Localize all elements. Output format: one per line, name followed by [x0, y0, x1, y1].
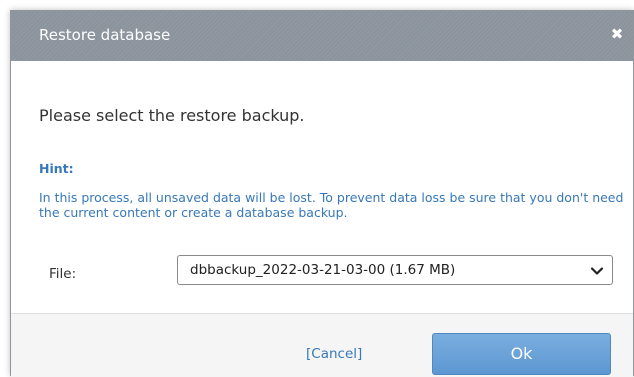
- backup-file-select[interactable]: dbbackup_2022-03-21-03-00 (1.67 MB): [177, 255, 613, 285]
- ok-button[interactable]: Ok: [432, 333, 611, 375]
- dialog-title: Restore database: [39, 26, 171, 44]
- close-icon[interactable]: ✖: [609, 26, 625, 42]
- dialog-titlebar[interactable]: Restore database ✖: [11, 11, 633, 61]
- cancel-button[interactable]: [Cancel]: [306, 346, 362, 362]
- restore-prompt: Please select the restore backup.: [39, 106, 305, 125]
- backup-file-selected: dbbackup_2022-03-21-03-00 (1.67 MB): [190, 262, 456, 278]
- chevron-down-icon: [590, 267, 604, 275]
- restore-database-dialog: Restore database ✖ Please select the res…: [10, 10, 634, 377]
- file-label: File:: [49, 266, 77, 282]
- hint-title: Hint:: [39, 161, 74, 176]
- hint-text: In this process, all unsaved data will b…: [39, 190, 624, 220]
